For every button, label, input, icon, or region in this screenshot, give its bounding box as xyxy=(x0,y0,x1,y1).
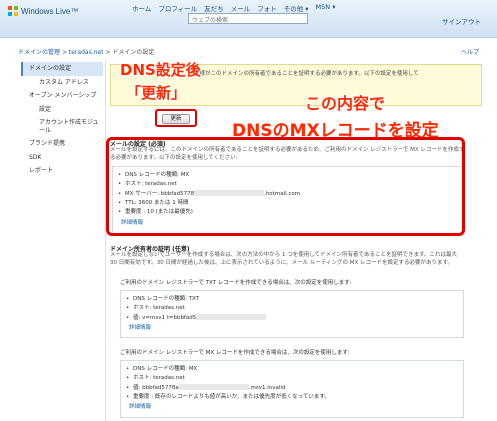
txt-value: 値: v=msv1 t=bbbfad5 xyxy=(121,314,463,323)
redacted-value xyxy=(196,314,267,321)
logo-text: Windows Live™ xyxy=(21,6,79,16)
mx-alt-value: 値: bbbfad5778a.msv1.invalid xyxy=(121,384,463,394)
txt-record-type: DNS レコードの種類: TXT xyxy=(121,295,463,305)
redacted-value xyxy=(178,384,249,391)
sidebar-item-settings[interactable]: 設定 xyxy=(21,103,103,117)
mx-alt-record-box: DNS レコードの種類: MX ホスト: teradas.net 値: bbbf… xyxy=(120,360,464,418)
mx-intro: ご利用のドメイン レジストラーで MX レコードを作成できる場合は、次の設定を使… xyxy=(120,350,350,356)
nav-msn[interactable]: MSN ▾ xyxy=(316,3,336,13)
nav-home[interactable]: ホーム xyxy=(132,3,151,13)
sidebar-item-reports[interactable]: レポート xyxy=(21,164,103,178)
nav-more[interactable]: その他 ▾ xyxy=(284,3,309,13)
sidebar-item-account-module[interactable]: アカウント作成モジュール xyxy=(21,116,103,137)
nav-mail[interactable]: メール xyxy=(231,3,251,13)
sidebar-item-custom-address[interactable]: カスタム アドレス xyxy=(21,76,103,90)
mx-alt-type: DNS レコードの種類: MX xyxy=(121,365,463,375)
nav-profile[interactable]: プロフィール xyxy=(158,3,197,13)
annotation-update: 「更新」 xyxy=(126,84,187,102)
txt-details-link[interactable]: 詳細情報 xyxy=(121,323,463,331)
breadcrumb-current: ドメインの設定 xyxy=(112,49,155,56)
mail-settings-highlight xyxy=(106,137,465,236)
sidebar-item-domain-settings[interactable]: ドメインの設定 xyxy=(21,62,103,76)
breadcrumb: ドメインの管理 > teradas.net > ドメインの設定 xyxy=(18,49,155,56)
mx-alt-host: ホスト: teradas.net xyxy=(121,374,463,384)
warning-text: …お客様がこのドメインの所有者であることを証明する必要があります。以下の設定を使… xyxy=(183,71,419,77)
mx-alt-priority: 重要度 : 既存のレコードよりも値が高いか、または優先度が低くなっています。 xyxy=(121,393,463,403)
breadcrumb-domain-manage[interactable]: ドメインの管理 xyxy=(18,49,60,56)
top-nav: ホーム プロフィール 友だち メール フォト その他 ▾ MSN ▾ xyxy=(132,3,335,13)
annotation-dns-after: DNS設定後 xyxy=(120,61,201,79)
signout-link[interactable]: サインアウト xyxy=(442,16,481,26)
txt-record-box: DNS レコードの種類: TXT ホスト: teradas.net 値: v=m… xyxy=(120,290,464,338)
search-input[interactable]: ウェブの検索 xyxy=(188,13,308,24)
top-bar: Windows Live™ ホーム プロフィール 友だち メール フォト その他… xyxy=(0,0,497,38)
nav-friends[interactable]: 友だち xyxy=(204,3,224,13)
nav-photos[interactable]: フォト xyxy=(257,3,277,13)
sidebar-item-open-membership[interactable]: オープン メンバーシップ xyxy=(21,89,103,103)
mx-alt-details-link[interactable]: 詳細情報 xyxy=(121,402,463,410)
sidebar: ドメインの設定 カスタム アドレス オープン メンバーシップ 設定 アカウント作… xyxy=(21,62,103,212)
windows-live-logo[interactable]: Windows Live™ xyxy=(8,6,78,16)
update-button-highlight xyxy=(155,109,197,127)
help-link[interactable]: ヘルプ xyxy=(461,47,479,56)
sidebar-item-sdk[interactable]: SDK xyxy=(21,151,103,165)
windows-flag-icon xyxy=(8,6,18,16)
ownership-description: メールを設定しないでユーザーを作成する場合は、次の方法の中から 1 つを使用して… xyxy=(110,252,457,266)
txt-host: ホスト: teradas.net xyxy=(121,304,463,314)
annotation-this-content: この内容で xyxy=(305,94,386,113)
breadcrumb-domain[interactable]: teradas.net xyxy=(69,49,104,56)
sidebar-item-brand[interactable]: ブランド提携 xyxy=(21,137,103,151)
txt-intro: ご利用のドメイン レジストラーで TXT レコードを作成できる場合は、次の設定を… xyxy=(120,280,352,286)
